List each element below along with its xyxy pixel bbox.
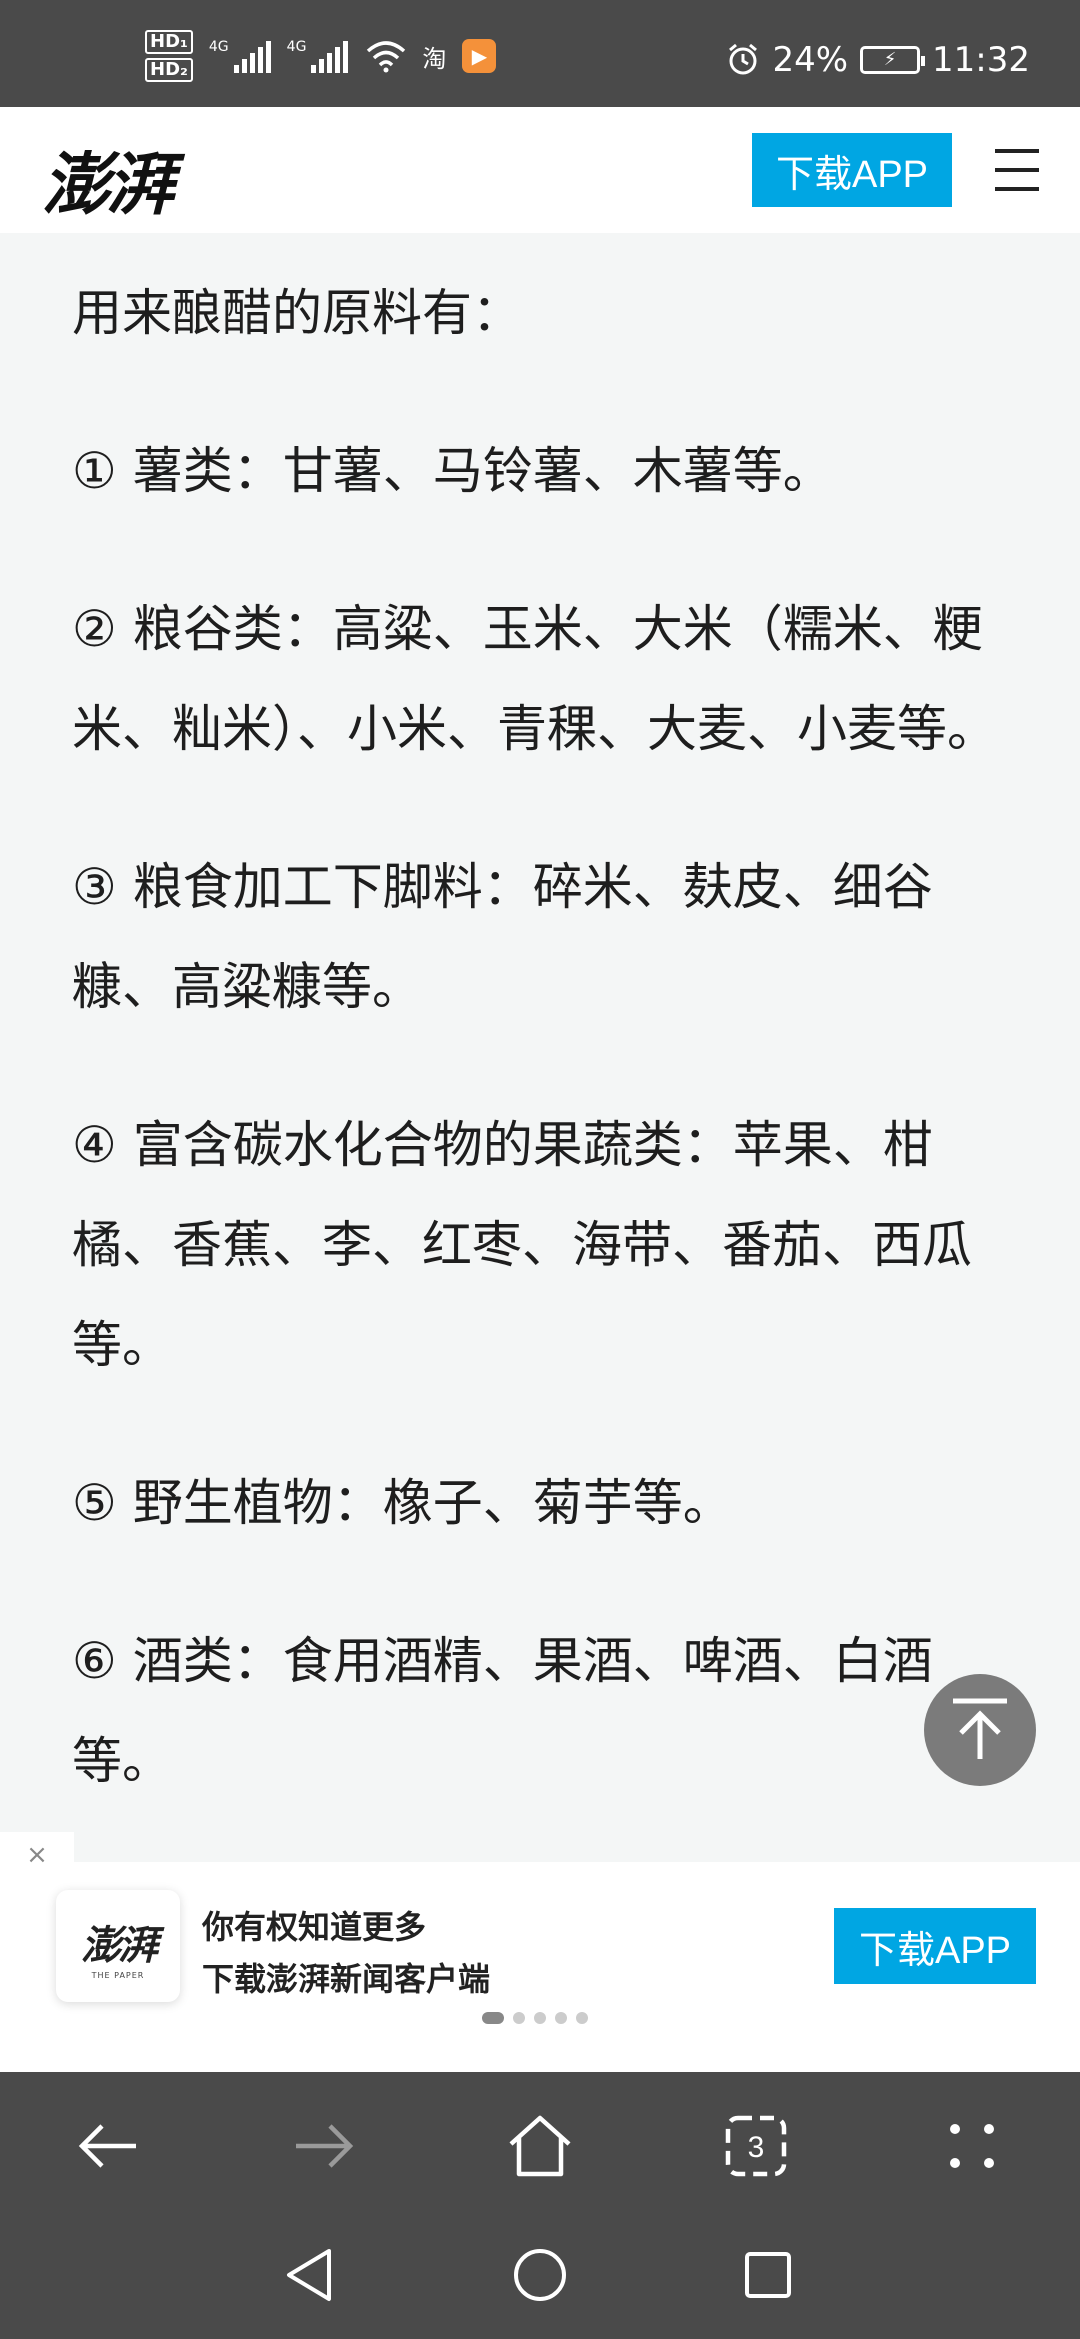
net1-label: 4G: [208, 39, 229, 55]
banner-download-button[interactable]: 下载APP: [834, 1908, 1036, 1984]
battery-percent: 24%: [772, 40, 849, 80]
menu-icon[interactable]: [995, 149, 1039, 191]
browser-toolbar: 3: [0, 2072, 1080, 2220]
taobao-icon: 淘: [422, 44, 447, 73]
close-banner-button[interactable]: ×: [0, 1832, 74, 1878]
arrow-up-icon: [953, 1698, 1007, 1759]
app-sub: THE PAPER: [91, 1970, 145, 1980]
carousel-dots: [482, 2012, 588, 2024]
signal-1-icon: 4G: [209, 39, 271, 73]
more-dots-icon: [950, 2124, 994, 2168]
article-paragraph: ⑤ 野生植物：橡子、菊芋等。: [72, 1474, 733, 1532]
article-paragraph: ③ 粮食加工下脚料：碎米、麸皮、细谷糠、高粱糠等。: [72, 858, 933, 1016]
article-paragraph: ④ 富含碳水化合物的果蔬类：苹果、柑橘、香蕉、李、红枣、海带、番茄、西瓜等。: [72, 1116, 972, 1374]
signal-2-icon: 4G: [287, 39, 349, 73]
hd2-badge: HD₂: [145, 58, 193, 82]
battery-icon: ⚡: [860, 46, 926, 74]
more-button[interactable]: [932, 2106, 1012, 2186]
hd1-badge: HD₁: [145, 30, 193, 54]
circle-home-icon: [514, 2249, 566, 2301]
nav-back-button[interactable]: [274, 2240, 344, 2310]
triangle-back-icon: [287, 2249, 331, 2301]
article-paragraph: ① 薯类：甘薯、马铃薯、木薯等。: [72, 442, 833, 500]
tab-count: 3: [748, 2131, 765, 2164]
banner-line2: 下载澎湃新闻客户端: [202, 1960, 491, 1998]
article-body: 用来酿醋的原料有： ① 薯类：甘薯、马铃薯、木薯等。 ② 粮谷类：高粱、玉米、大…: [72, 233, 1012, 1869]
article-paragraph: 用来酿醋的原料有：: [72, 284, 522, 342]
app-logo-icon: 澎湃 THE PAPER: [56, 1890, 180, 2002]
carousel-dot[interactable]: [555, 2012, 567, 2024]
wifi-icon: [367, 41, 406, 73]
nav-recents-button[interactable]: [733, 2240, 803, 2310]
clock: 11:32: [932, 40, 1030, 80]
article-paragraph: ⑥ 酒类：食用酒精、果酒、啤酒、白酒等。: [72, 1632, 933, 1790]
net2-label: 4G: [286, 39, 307, 55]
nav-home-button[interactable]: [505, 2240, 575, 2310]
site-header: 澎湃 下载APP: [0, 107, 1080, 233]
arrow-right-icon: [296, 2124, 354, 2168]
status-bar: HD₁ HD₂ 4G 4G 淘 ▶ 24% ⚡ 11:32: [0, 0, 1080, 107]
download-app-button[interactable]: 下载APP: [752, 133, 952, 207]
status-right: 24% ⚡ 11:32: [726, 40, 1030, 80]
alarm-icon: [729, 43, 758, 75]
hd-indicators: HD₁ HD₂: [145, 30, 193, 82]
tabs-button[interactable]: 3: [716, 2106, 796, 2186]
home-button[interactable]: [500, 2106, 580, 2186]
app-download-banner: × 澎湃 THE PAPER 你有权知道更多 下载澎湃新闻客户端 下载APP: [0, 1832, 1080, 2072]
back-button[interactable]: [68, 2106, 148, 2186]
carousel-dot[interactable]: [513, 2012, 525, 2024]
article-paragraph: ② 粮谷类：高粱、玉米、大米（糯米、粳米、籼米）、小米、青稞、大麦、小麦等。: [72, 600, 997, 758]
site-logo[interactable]: 澎湃: [42, 129, 174, 228]
app-brand: 澎湃: [81, 1921, 158, 1969]
tabs-icon: 3: [725, 2115, 787, 2177]
banner-line1: 你有权知道更多: [202, 1908, 427, 1946]
video-app-icon: ▶: [462, 39, 497, 73]
carousel-dot[interactable]: [576, 2012, 588, 2024]
system-navigation-bar: [0, 2220, 1080, 2339]
back-to-top-button[interactable]: [924, 1674, 1036, 1786]
square-recents-icon: [745, 2252, 791, 2298]
home-icon: [509, 2115, 571, 2177]
arrow-left-icon: [78, 2124, 136, 2168]
carousel-dot[interactable]: [482, 2012, 504, 2024]
status-left: HD₁ HD₂ 4G 4G 淘 ▶: [145, 30, 497, 82]
carousel-dot[interactable]: [534, 2012, 546, 2024]
forward-button[interactable]: [284, 2106, 364, 2186]
